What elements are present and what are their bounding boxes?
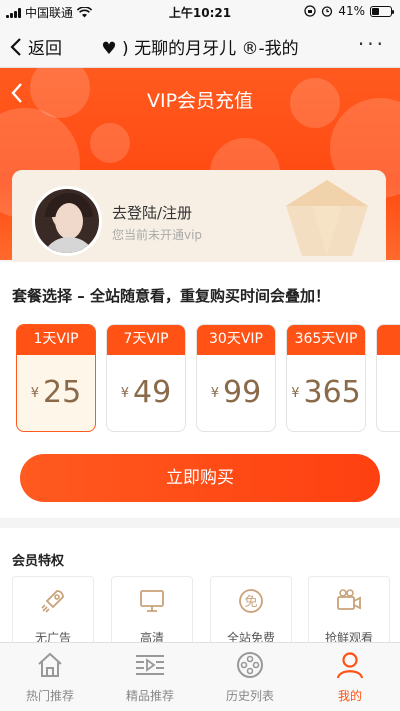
svg-text:免: 免 — [244, 595, 257, 610]
package-card-1-day[interactable]: 1天VIP ¥25 — [16, 324, 96, 432]
package-card-partial[interactable] — [376, 324, 400, 432]
avatar-body — [41, 237, 97, 253]
status-right: 41% — [304, 4, 394, 18]
chevron-left-icon — [10, 37, 21, 56]
package-tag: 7天VIP — [107, 325, 185, 355]
package-price: ¥365 — [287, 375, 365, 410]
video-camera-icon — [337, 589, 361, 610]
tab-label: 热门推荐 — [25, 689, 74, 703]
package-price: ¥25 — [17, 375, 95, 410]
tab-history[interactable]: 历史列表 — [200, 649, 300, 709]
package-heading: 套餐选择 – 全站随意看，重复购买时间会叠加！ — [12, 287, 330, 305]
package-price: ¥49 — [107, 375, 185, 410]
alarm-icon — [322, 6, 333, 17]
user-icon — [336, 652, 364, 679]
tab-label: 我的 — [337, 689, 362, 703]
privilege-no-ads: 无广告 — [12, 576, 94, 648]
rocket-icon — [41, 590, 64, 613]
login-register-link[interactable]: 去登陆/注册 — [112, 202, 192, 223]
free-badge-icon: 免 — [239, 589, 263, 613]
avatar[interactable] — [32, 186, 102, 256]
package-section: 套餐选择 – 全站随意看，重复购买时间会叠加！ 1天VIP ¥25 7天VIP … — [0, 262, 400, 518]
currency-symbol: ¥ — [30, 386, 40, 401]
package-tag: 30天VIP — [197, 325, 275, 355]
monitor-icon — [140, 590, 164, 612]
package-price: ¥99 — [197, 375, 275, 410]
price-value: 25 — [43, 375, 82, 410]
back-label: 返回 — [28, 39, 62, 59]
more-menu-icon[interactable]: ··· — [358, 32, 386, 56]
film-reel-icon — [237, 652, 263, 678]
home-icon — [38, 652, 62, 677]
lock-rotation-icon — [304, 5, 316, 17]
nav-bar: 返回 ♥ ) 无聊的月牙儿 ®-我的 ··· — [0, 22, 400, 68]
tab-mine[interactable]: 我的 — [300, 649, 400, 709]
user-card: 去登陆/注册 您当前未开通vip — [12, 170, 386, 262]
privileges-heading: 会员特权 — [12, 554, 65, 569]
package-tag — [377, 325, 400, 355]
privilege-hd: 高清 — [111, 576, 193, 648]
price-value: 365 — [303, 375, 361, 410]
currency-symbol: ¥ — [291, 386, 300, 401]
battery-percent: 41% — [338, 4, 365, 18]
page-title: ♥ ) 无聊的月牙儿 ®-我的 — [101, 39, 299, 59]
privilege-free: 免 全站免费 — [210, 576, 292, 648]
vip-status-text: 您当前未开通vip — [112, 228, 203, 242]
package-tag: 1天VIP — [17, 325, 95, 355]
privileges-section: 会员特权 无广告 高清 免 全站免费 抢鲜观看 — [0, 518, 400, 648]
tab-bar: 热门推荐 精品推荐 历史列表 我的 — [0, 642, 400, 711]
battery-icon — [370, 5, 394, 17]
package-card-7-day[interactable]: 7天VIP ¥49 — [106, 324, 186, 432]
tab-label: 历史列表 — [225, 689, 274, 703]
tab-featured[interactable]: 精品推荐 — [100, 649, 200, 709]
buy-now-button[interactable]: 立即购买 — [20, 454, 380, 502]
tab-hot[interactable]: 热门推荐 — [0, 649, 100, 709]
package-tag: 365天VIP — [287, 325, 365, 355]
film-list-icon — [136, 655, 164, 675]
package-card-30-day[interactable]: 30天VIP ¥99 — [196, 324, 276, 432]
package-card-365-day[interactable]: 365天VIP ¥365 — [286, 324, 366, 432]
tab-label: 精品推荐 — [125, 689, 174, 703]
currency-symbol: ¥ — [210, 386, 220, 401]
package-list: 1天VIP ¥25 7天VIP ¥49 30天VIP ¥99 365天VIP ¥… — [16, 324, 400, 434]
vip-title: VIP会员充值 — [146, 90, 254, 112]
status-bar: 中国联通 上午10:21 41% — [0, 0, 400, 22]
currency-symbol: ¥ — [120, 386, 130, 401]
privilege-early-access: 抢鲜观看 — [308, 576, 390, 648]
price-value: 99 — [223, 375, 262, 410]
avatar-face — [55, 203, 83, 239]
decor-bubble — [90, 123, 130, 163]
battery-fill — [372, 7, 380, 15]
back-button[interactable]: 返回 — [10, 34, 62, 59]
diamond-icon — [286, 180, 368, 256]
price-value: 49 — [133, 375, 172, 410]
